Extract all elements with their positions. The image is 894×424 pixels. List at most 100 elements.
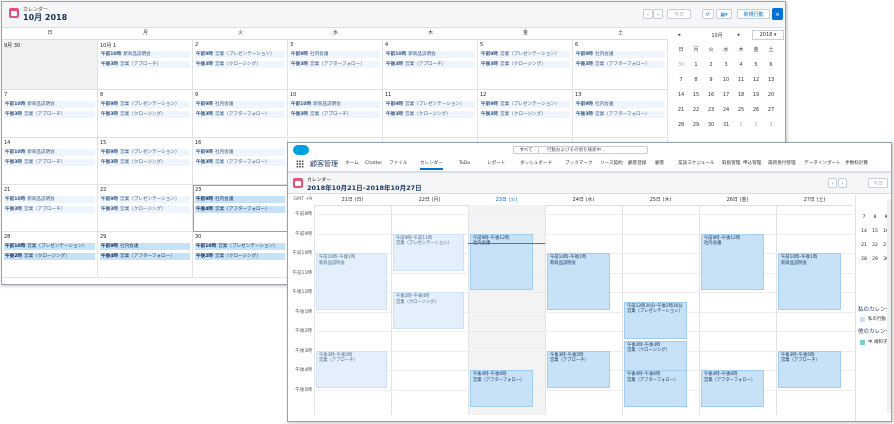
- mini-day[interactable]: 1: [734, 121, 748, 130]
- week-event[interactable]: 午後4時–午後6時 営業（アフターフォロー）: [701, 370, 764, 407]
- week-event[interactable]: 午後4時–午後6時 営業（アフターフォロー）: [624, 370, 687, 407]
- day-cell[interactable]: 9月 30: [2, 40, 98, 90]
- search-input[interactable]: 行動およびその他を検索中…: [538, 146, 648, 154]
- week-event[interactable]: 午後4時–午後6時 営業（アフターフォロー）: [470, 370, 533, 407]
- my-calendar-checkbox[interactable]: [860, 317, 865, 322]
- mini-day[interactable]: 8: [689, 76, 703, 85]
- scrollbar[interactable]: [887, 199, 891, 413]
- week-event[interactable]: 午後3時–午後5時 営業（アプローチ）: [316, 350, 387, 388]
- view-switch-icon[interactable]: ▦▾: [716, 9, 732, 19]
- day-cell[interactable]: 30 午前10時 営業（プレゼンテーション） 午後2時 営業（クロージング）: [193, 232, 288, 278]
- mini-day[interactable]: 4: [734, 61, 748, 70]
- calendar-event[interactable]: 午後3時 営業（クロージング）: [195, 61, 285, 68]
- calendar-event[interactable]: 午後3時 営業（アプローチ）: [4, 111, 95, 118]
- mini-day[interactable]: 1: [689, 61, 703, 70]
- day-cell[interactable]: 28 午前10時 営業（プレゼンテーション） 午後2時 営業（クロージング）: [2, 232, 98, 278]
- mini-day[interactable]: 2: [749, 121, 763, 130]
- mini-day[interactable]: 13: [764, 76, 778, 85]
- day-cell[interactable]: 10月 1 午前10時 新商品説明会 午後3時 営業（アプローチ）: [98, 40, 193, 90]
- next-month-button[interactable]: ›: [653, 9, 663, 19]
- week-event[interactable]: 午後2時–午後4時 営業（クロージング）: [393, 292, 464, 329]
- calendar-event[interactable]: 午後2時 営業（クロージング）: [195, 253, 285, 260]
- calendar-event[interactable]: 午後3時 営業（アフターフォロー）: [575, 61, 665, 68]
- mini-day[interactable]: 30: [704, 121, 718, 130]
- sidebar-toggle-icon[interactable]: ≡: [772, 8, 783, 20]
- mini-day[interactable]: 5: [749, 61, 763, 70]
- mini-day[interactable]: 20: [764, 91, 778, 100]
- day-cell[interactable]: 2 午前9時 営業（プレゼンテーション） 午後3時 営業（クロージング）: [193, 40, 288, 90]
- nav-item[interactable]: カレンダー: [420, 160, 443, 170]
- mini-day[interactable]: 22: [689, 106, 703, 115]
- calendar-event[interactable]: 午前9時 社内会議: [195, 196, 285, 203]
- calendar-event[interactable]: 午前10時 新商品説明会: [4, 101, 95, 108]
- calendar-event[interactable]: 午後3時 営業（クロージング）: [385, 111, 475, 118]
- calendar-event[interactable]: 午前9時 社内会議: [195, 149, 285, 156]
- prev-month-button[interactable]: ‹: [643, 9, 653, 19]
- week-event[interactable]: 午前12時30分–午後2時30分 営業（プレゼンテーション）: [624, 301, 687, 339]
- nav-item[interactable]: 取扱管理: [722, 160, 740, 168]
- mini-day[interactable]: 23: [704, 106, 718, 115]
- day-cell[interactable]: 6 午前9時 社内会議 午後3時 営業（アフターフォロー）: [573, 40, 668, 90]
- calendar-event[interactable]: 午前10時 新商品説明会: [290, 101, 380, 108]
- week-event[interactable]: 午前10時–午後1時 新商品説明会: [778, 253, 841, 310]
- mini-year-select[interactable]: 2018 ▾: [752, 30, 784, 40]
- calendar-event[interactable]: 午前10時 新商品説明会: [100, 51, 190, 58]
- day-cell[interactable]: 12 午前9時 営業（プレゼンテーション） 午後3時 営業（クロージング）: [478, 90, 573, 138]
- search-scope-select[interactable]: すべて: [513, 146, 539, 154]
- today-button[interactable]: 今日: [667, 9, 691, 19]
- calendar-event[interactable]: 午後3時 営業（アプローチ）: [100, 61, 190, 68]
- mini-day[interactable]: 2: [704, 61, 718, 70]
- mini-prev-icon[interactable]: ◂: [674, 32, 684, 38]
- calendar-event[interactable]: 午前9時 社内会議: [195, 101, 285, 108]
- mini-day[interactable]: 26: [749, 106, 763, 115]
- mini-day[interactable]: 28: [674, 121, 688, 130]
- day-cell[interactable]: 10 午前10時 新商品説明会 午後3時 営業（アプローチ）: [288, 90, 383, 138]
- mini-day[interactable]: 9: [704, 76, 718, 85]
- mini-day[interactable]: 24: [719, 106, 733, 115]
- refresh-icon[interactable]: ⟳: [702, 9, 714, 19]
- calendar-event[interactable]: 午前9時 社内会議: [100, 243, 190, 250]
- calendar-event[interactable]: 午前9時 営業（プレゼンテーション）: [100, 196, 190, 203]
- nav-item[interactable]: 顧客登録: [628, 160, 646, 168]
- nav-item[interactable]: Chatter: [365, 160, 382, 168]
- mini-day[interactable]: 29: [689, 121, 703, 130]
- calendar-event[interactable]: 午後3時 営業（アプローチ）: [4, 159, 95, 166]
- mini-day[interactable]: 31: [719, 121, 733, 130]
- other-calendar-checkbox[interactable]: [860, 340, 865, 345]
- week-event[interactable]: 午前10時–午後1時 新商品説明会: [316, 253, 387, 310]
- mini-day[interactable]: 30: [674, 61, 688, 70]
- app-launcher-icon[interactable]: [296, 160, 304, 168]
- calendar-event[interactable]: 午後3時 営業（アプローチ）: [4, 206, 95, 213]
- nav-item[interactable]: ファイル: [389, 160, 407, 168]
- day-cell[interactable]: 9 午前9時 社内会議 午後3時 営業（アフターフォロー）: [193, 90, 288, 138]
- calendar-event[interactable]: 午後4時 営業（アフターフォロー）: [195, 206, 285, 213]
- mini-day[interactable]: 10: [719, 76, 733, 85]
- mini-day[interactable]: 12: [749, 76, 763, 85]
- calendar-event[interactable]: 午後3時 営業（クロージング）: [100, 206, 190, 213]
- day-cell[interactable]: 13 午前9時 社内会議 午後3時 営業（アフターフォロー）: [573, 90, 668, 138]
- day-cell[interactable]: 16 午前9時 社内会議 午後3時 営業（アフターフォロー）: [193, 138, 288, 185]
- mini-day[interactable]: 21: [674, 106, 688, 115]
- nav-item[interactable]: レポート: [487, 160, 505, 168]
- day-cell[interactable]: 14 午前10時 新商品説明会 午後3時 営業（アプローチ）: [2, 138, 98, 185]
- week-event[interactable]: 午前9時–午後12時 社内会議: [701, 233, 764, 290]
- nav-item[interactable]: 顧客: [655, 160, 664, 168]
- mini-day[interactable]: 6: [764, 61, 778, 70]
- calendar-event[interactable]: 午前9時 営業（プレゼンテーション）: [385, 101, 475, 108]
- calendar-event[interactable]: 午後3時 営業（クロージング）: [100, 111, 190, 118]
- day-cell[interactable]: 5 午前9時 営業（プレゼンテーション） 午後3時 営業（クロージング）: [478, 40, 573, 90]
- mini-day[interactable]: 17: [719, 91, 733, 100]
- day-cell[interactable]: 4 午前10時 新商品説明会 午後3時 営業（アプローチ）: [383, 40, 478, 90]
- calendar-event[interactable]: 午前9時 営業（プレゼンテーション）: [480, 51, 570, 58]
- nav-item[interactable]: 案談スケジュール: [678, 160, 714, 168]
- nav-item[interactable]: ブックマーク: [565, 160, 593, 168]
- day-cell[interactable]: 29 午前9時 社内会議 午後4時 営業（アフターフォロー）: [98, 232, 193, 278]
- nav-item[interactable]: ホーム: [345, 160, 359, 168]
- calendar-event[interactable]: 午後3時 営業（クロージング）: [480, 61, 570, 68]
- mini-day[interactable]: 15: [689, 91, 703, 100]
- calendar-event[interactable]: 午前9時 営業（プレゼンテーション）: [100, 149, 190, 156]
- nav-item[interactable]: ToDo: [459, 160, 470, 168]
- nav-item[interactable]: 手数料計算: [845, 160, 868, 168]
- nav-item[interactable]: データインポート: [804, 160, 841, 168]
- day-cell[interactable]: 21 午前10時 新商品説明会 午後3時 営業（アプローチ）: [2, 185, 98, 232]
